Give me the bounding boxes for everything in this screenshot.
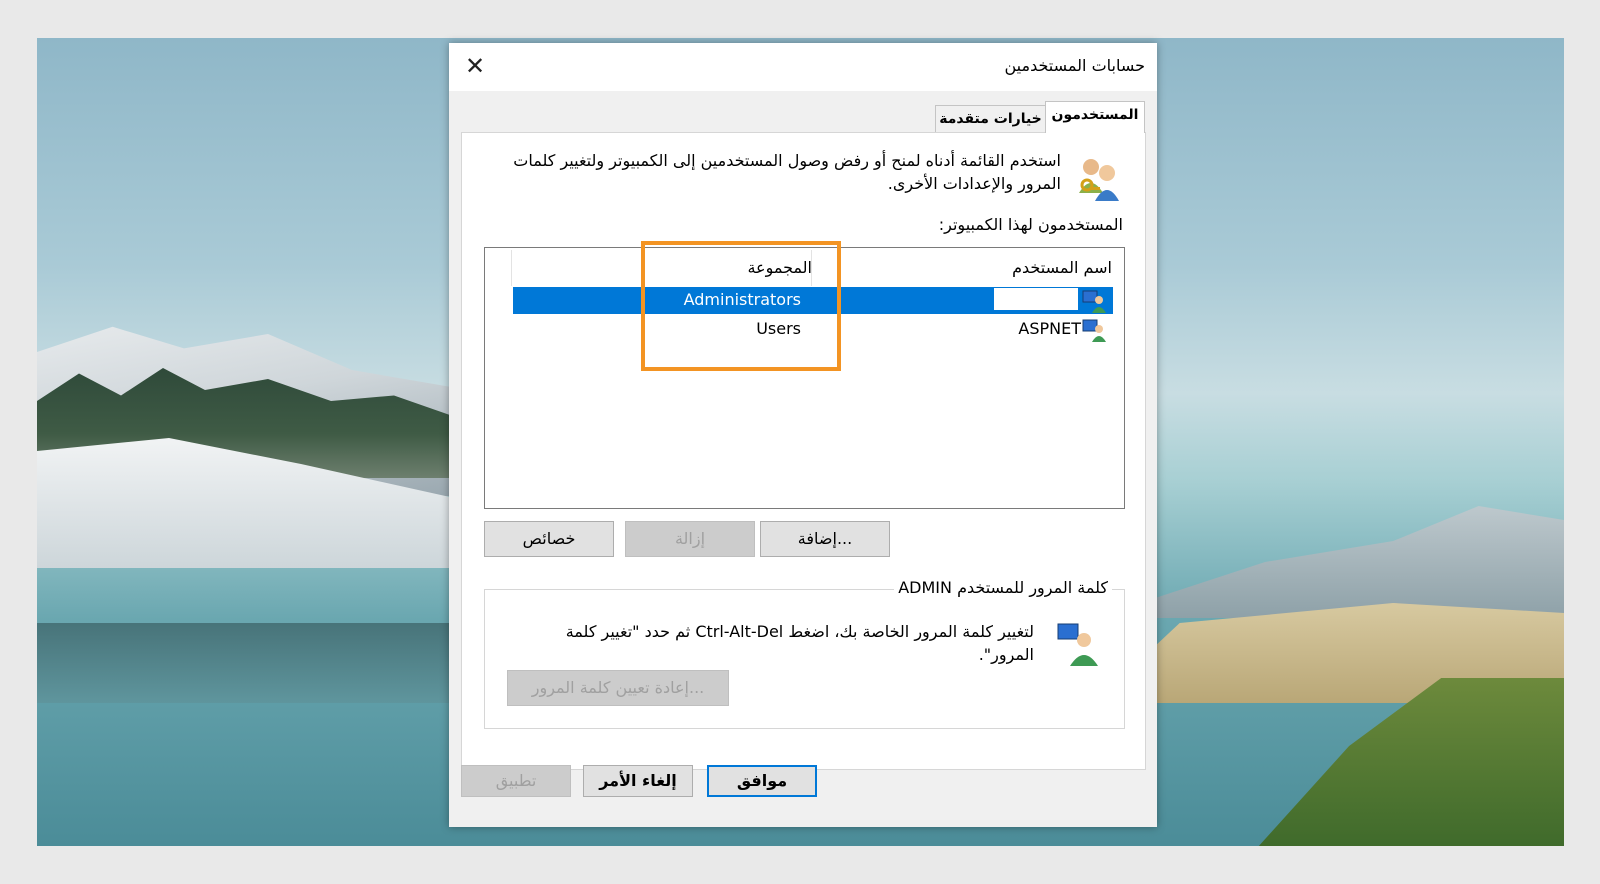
users-list[interactable]: اسم المستخدم المجموعة Administrators ASP… bbox=[484, 247, 1125, 509]
table-row[interactable]: Administrators bbox=[513, 287, 1113, 314]
group-cell: Users bbox=[756, 319, 801, 338]
add-button[interactable]: إضافة... bbox=[760, 521, 890, 557]
users-tab-panel: استخدم القائمة أدناه لمنح أو رفض وصول ال… bbox=[461, 132, 1146, 770]
wallpaper-green-right bbox=[1257, 678, 1564, 846]
intro-text: استخدم القائمة أدناه لمنح أو رفض وصول ال… bbox=[513, 151, 1061, 193]
users-keys-icon bbox=[1079, 159, 1119, 201]
wallpaper-mountain-right bbox=[1137, 506, 1564, 618]
column-separator bbox=[811, 250, 812, 286]
password-instructions: لتغيير كلمة المرور الخاصة بك، اضغط Ctrl-… bbox=[565, 622, 1034, 664]
cancel-button[interactable]: إلغاء الأمر bbox=[583, 765, 693, 797]
ok-button[interactable]: موافق bbox=[707, 765, 817, 797]
apply-button[interactable]: تطبيق bbox=[461, 765, 571, 797]
user-accounts-dialog: حسابات المستخدمين ✕ المستخدمون خيارات مت… bbox=[449, 43, 1157, 827]
user-icon bbox=[1082, 319, 1106, 342]
users-list-label: المستخدمون لهذا الكمبيوتر: bbox=[938, 215, 1123, 234]
user-icon bbox=[1082, 290, 1106, 313]
remove-button[interactable]: إزالة bbox=[625, 521, 755, 557]
close-icon[interactable]: ✕ bbox=[461, 52, 489, 80]
password-groupbox: كلمة المرور للمستخدم ADMIN لتغيير كلمة ا… bbox=[484, 578, 1125, 729]
table-row[interactable]: ASPNET Users bbox=[513, 316, 1113, 343]
tab-advanced[interactable]: خيارات متقدمة bbox=[935, 105, 1046, 133]
user-screen-icon bbox=[1057, 623, 1098, 666]
reset-password-button[interactable]: إعادة تعيين كلمة المرور... bbox=[507, 670, 729, 706]
window-title: حسابات المستخدمين bbox=[1004, 56, 1146, 75]
wallpaper-reflection bbox=[37, 623, 457, 703]
username-cell: ASPNET bbox=[1018, 319, 1081, 338]
username-cell bbox=[994, 288, 1078, 310]
group-cell: Administrators bbox=[683, 290, 801, 309]
column-header-group[interactable]: المجموعة bbox=[747, 258, 812, 277]
column-header-username[interactable]: اسم المستخدم bbox=[1012, 258, 1112, 277]
tab-users[interactable]: المستخدمون bbox=[1045, 101, 1145, 133]
properties-button[interactable]: خصائص bbox=[484, 521, 614, 557]
title-bar: حسابات المستخدمين ✕ bbox=[449, 43, 1157, 91]
password-group-legend: كلمة المرور للمستخدم ADMIN bbox=[894, 578, 1112, 597]
column-separator bbox=[511, 250, 512, 286]
